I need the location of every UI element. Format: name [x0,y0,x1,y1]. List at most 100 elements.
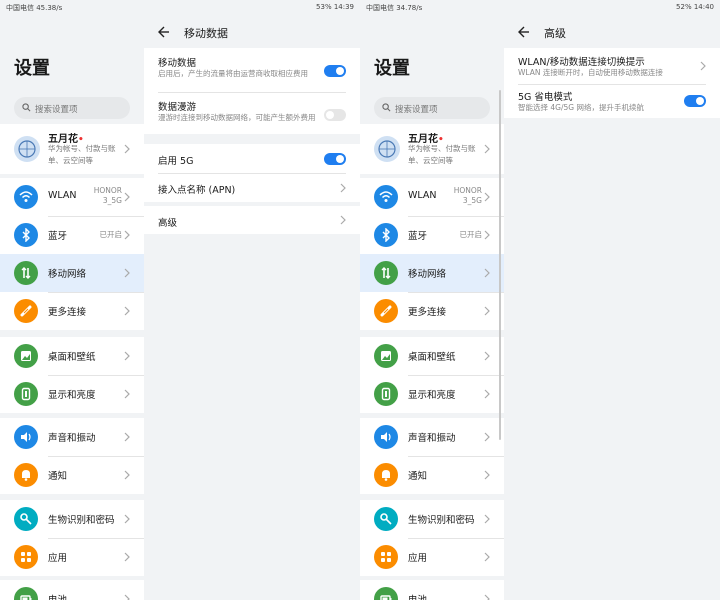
roaming-toggle[interactable] [324,109,346,121]
data-card: 移动数据 启用后，产生的流量将由运营商收取相应费用 数据漫游 漫游时连接到移动数… [144,48,360,134]
back-arrow-icon[interactable] [518,26,530,38]
sidebar-item-label: 声音和振动 [48,433,96,444]
chevron-right-icon [700,61,706,71]
account-subtitle: 华为帐号、付款与账单、云空间等 [48,144,116,165]
power-save-toggle[interactable] [684,95,706,107]
sidebar-item-label: 显示和亮度 [48,390,96,401]
search-icon [22,103,31,112]
sidebar-item[interactable]: 电池 [360,580,504,600]
chevron-right-icon [484,514,490,524]
account-row[interactable]: 五月花• 华为帐号、付款与账单、云空间等 [360,124,504,174]
power-save-desc: 智能选择 4G/5G 网络，提升手机续航 [518,103,644,112]
sidebar-item[interactable]: 桌面和壁纸 [0,337,144,375]
account-row[interactable]: 五月花• 华为帐号、付款与账单、云空间等 [0,124,144,174]
settings-pane: 设置 搜索设置项 五月花• 华为帐号、付款与账单、云空间等 WLAN HONOR … [360,0,504,600]
battery-icon [374,587,398,600]
sidebar-item[interactable]: 更多连接 [0,292,144,330]
chevron-right-icon [124,389,130,399]
sidebar-item-label: 更多连接 [408,307,447,318]
apn-row[interactable]: 接入点名称 (APN) [144,173,360,202]
power-save-row[interactable]: 5G 省电模式 智能选择 4G/5G 网络，提升手机续航 [504,84,720,118]
bluetooth-icon [14,223,38,247]
roaming-row[interactable]: 数据漫游 漫游时连接到移动数据网络，可能产生额外费用 [144,92,360,134]
page-title: 高级 [544,27,566,40]
wifi-icon [374,185,398,209]
sidebar-item-label: 应用 [48,553,68,564]
carrier-text: 中国电信 45.38/s [6,4,63,12]
back-arrow-icon[interactable] [158,26,170,38]
sidebar-item-label: WLAN [48,190,77,201]
search-icon [382,103,391,112]
enable-5g-row[interactable]: 启用 5G [144,144,360,173]
sidebar-item-label: 通知 [48,471,68,482]
key-icon [374,507,398,531]
chevron-right-icon [124,552,130,562]
sidebar-item-label: 显示和亮度 [408,390,456,401]
chevron-right-icon [124,594,130,600]
advanced-row[interactable]: 高级 [144,206,360,234]
sidebar-item[interactable]: 移动网络 [360,254,504,292]
sidebar-item[interactable]: 应用 [360,538,504,576]
roaming-desc: 漫游时连接到移动数据网络，可能产生额外费用 [158,113,316,122]
settings-title: 设置 [374,58,410,79]
sidebar-item[interactable]: 应用 [0,538,144,576]
bluetooth-icon [374,223,398,247]
enable-5g-title: 启用 5G [158,156,194,167]
sidebar-item[interactable]: 显示和亮度 [360,375,504,413]
chevron-right-icon [124,351,130,361]
network-card: 启用 5G 接入点名称 (APN) [144,144,360,202]
sidebar-item[interactable]: WLAN HONOR 3_5G [0,178,144,216]
sidebar-item[interactable]: 更多连接 [360,292,504,330]
chevron-right-icon [124,306,130,316]
mobile-data-pane: 移动数据 移动数据 启用后，产生的流量将由运营商收取相应费用 数据漫游 漫游时连… [144,0,360,600]
mobile-data-row[interactable]: 移动数据 启用后，产生的流量将由运营商收取相应费用 [144,48,360,92]
sidebar-item-label: 移动网络 [48,269,87,280]
advanced-pane: 高级 WLAN/移动数据连接切换提示 WLAN 连接断开时，自动使用移动数据连接… [504,0,720,600]
wifi-icon [14,185,38,209]
sidebar-item-label: 蓝牙 [408,231,428,242]
sidebar-item[interactable]: 蓝牙 已开启 [0,216,144,254]
enable-5g-toggle[interactable] [324,153,346,165]
sidebar-item-label: 生物识别和密码 [408,515,475,526]
chevron-right-icon [124,268,130,278]
mobile-data-desc: 启用后，产生的流量将由运营商收取相应费用 [158,69,308,78]
sidebar-item-label: 电池 [48,592,67,600]
sidebar-item[interactable]: 声音和振动 [360,418,504,456]
sidebar-item[interactable]: 通知 [360,456,504,494]
sidebar-item-value: HONOR 3_5G [93,186,122,205]
sidebar-item[interactable]: 移动网络 [0,254,144,292]
status-right: 53% 14:39 [316,3,354,11]
sidebar-item[interactable]: 显示和亮度 [0,375,144,413]
sidebar-item[interactable]: 桌面和壁纸 [360,337,504,375]
sidebar-item[interactable]: WLAN HONOR 3_5G [360,178,504,216]
avatar [374,136,400,162]
settings-title: 设置 [14,58,50,79]
bell-icon [374,463,398,487]
mobile-data-icon [374,261,398,285]
chevron-right-icon [484,389,490,399]
settings-group: 生物识别和密码应用 [0,500,144,576]
key-icon [14,507,38,531]
chevron-right-icon [484,432,490,442]
chevron-right-icon [484,268,490,278]
mobile-data-toggle[interactable] [324,65,346,77]
sidebar-item-label: 通知 [408,471,428,482]
sidebar-item[interactable]: 生物识别和密码 [360,500,504,538]
scrollbar[interactable] [499,90,501,440]
search-input[interactable]: 搜索设置项 [374,97,490,119]
sidebar-item[interactable]: 蓝牙 已开启 [360,216,504,254]
sound-icon [14,425,38,449]
chevron-right-icon [340,183,346,193]
display-icon [374,382,398,406]
sidebar-item[interactable]: 生物识别和密码 [0,500,144,538]
sidebar-item[interactable]: 通知 [0,456,144,494]
sidebar-item[interactable]: 声音和振动 [0,418,144,456]
settings-group: 生物识别和密码应用 [360,500,504,576]
link-icon [374,299,398,323]
sidebar-item[interactable]: 电池 [0,580,144,600]
switch-hint-row[interactable]: WLAN/移动数据连接切换提示 WLAN 连接断开时，自动使用移动数据连接 [504,48,720,84]
chevron-right-icon [124,470,130,480]
status-bar: 中国电信 34.78/s 52% 14:40 [360,0,720,14]
search-input[interactable]: 搜索设置项 [14,97,130,119]
sidebar-item-label: 更多连接 [48,307,87,318]
